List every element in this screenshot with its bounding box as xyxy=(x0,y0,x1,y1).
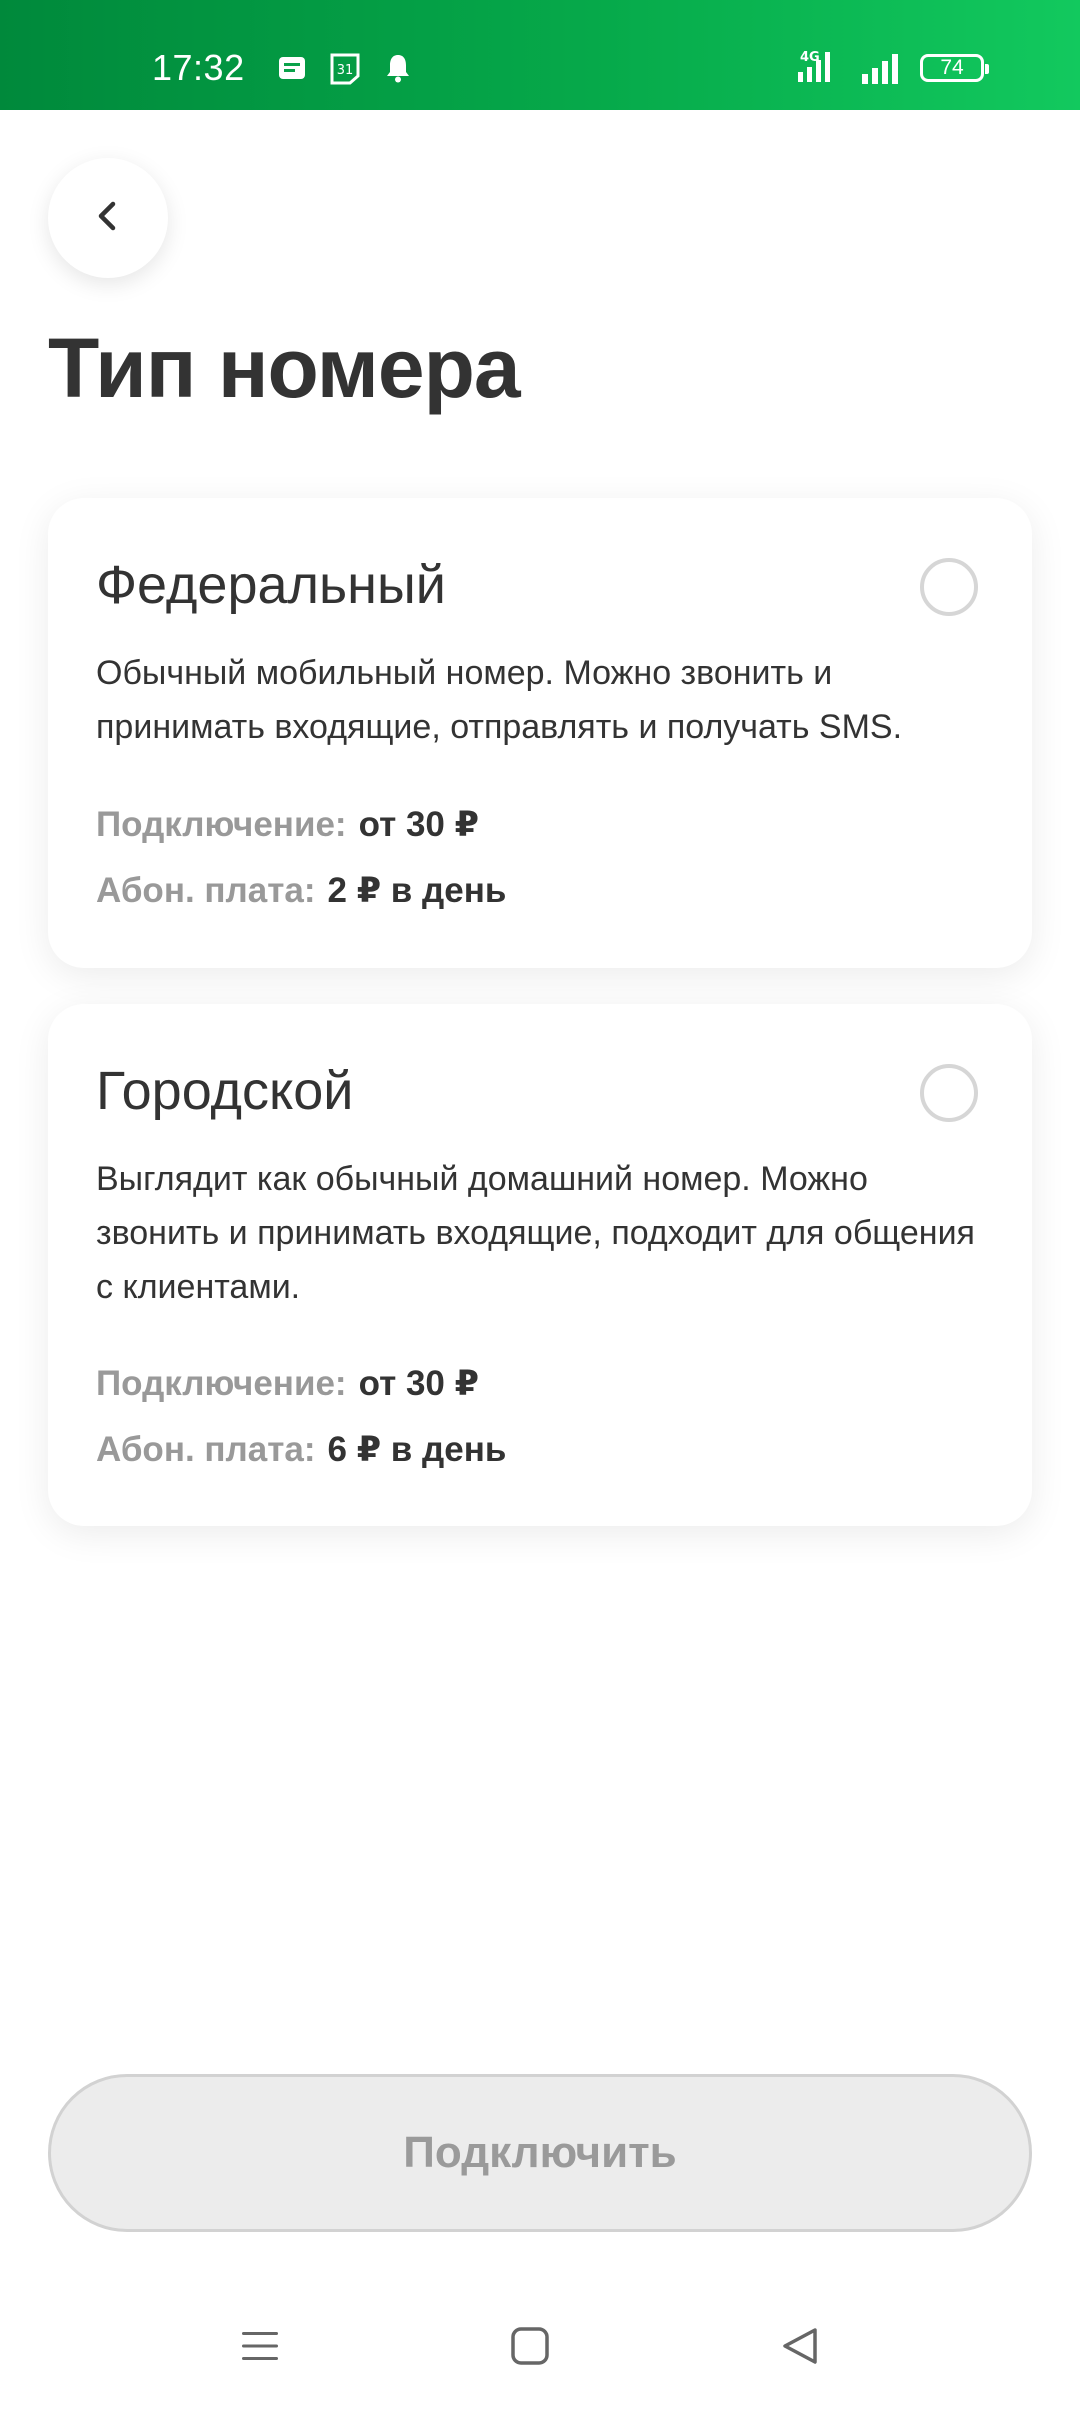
signal-strength-icon xyxy=(860,52,906,84)
connect-button-label: Подключить xyxy=(403,2128,677,2177)
option-card-city[interactable]: Городской Выглядит как обычный домашний … xyxy=(48,1004,1032,1526)
option-title: Федеральный xyxy=(96,555,446,615)
status-time: 17:32 xyxy=(152,47,245,88)
option-description: Обычный мобильный номер. Можно звонить и… xyxy=(96,654,903,746)
option-radio-federal[interactable] xyxy=(920,558,978,616)
fee-price-label: Абон. плата: xyxy=(96,1430,316,1469)
nav-home-button[interactable] xyxy=(500,2318,560,2378)
connect-price-value: от 30 ₽ xyxy=(358,1364,479,1403)
back-button[interactable] xyxy=(48,158,168,278)
home-icon xyxy=(508,2324,552,2373)
connect-price-value: от 30 ₽ xyxy=(358,805,479,844)
fee-price-value: 2 ₽ в день xyxy=(327,871,507,910)
fee-price-row: Абон. плата: 6 ₽ в день xyxy=(96,1425,506,1475)
connect-price-label: Подключение: xyxy=(96,1364,347,1403)
bell-icon xyxy=(382,52,414,84)
page-title: Тип номера xyxy=(48,321,521,415)
fee-price-label: Абон. плата: xyxy=(96,871,316,910)
option-radio-city[interactable] xyxy=(920,1064,978,1122)
nav-menu-button[interactable] xyxy=(230,2318,290,2378)
battery-level: 74 xyxy=(940,56,964,79)
connect-button[interactable]: Подключить xyxy=(48,2074,1032,2232)
back-triangle-icon xyxy=(778,2324,822,2373)
fee-price-row: Абон. плата: 2 ₽ в день xyxy=(96,866,506,916)
status-bar: 17:32 31 4G 74 xyxy=(0,0,1080,110)
connect-price-row: Подключение: от 30 ₽ xyxy=(96,800,479,850)
connect-price-row: Подключение: от 30 ₽ xyxy=(96,1359,479,1409)
connect-price-label: Подключение: xyxy=(96,805,347,844)
network-signal-icon: 4G xyxy=(788,48,848,84)
option-title: Городской xyxy=(96,1061,354,1121)
option-card-federal[interactable]: Федеральный Обычный мобильный номер. Мож… xyxy=(48,498,1032,968)
option-description: Выглядит как обычный домашний номер. Мож… xyxy=(96,1160,975,1306)
chevron-left-icon xyxy=(88,196,128,241)
calendar-icon: 31 xyxy=(328,52,360,85)
fee-price-value: 6 ₽ в день xyxy=(327,1430,507,1469)
nav-back-button[interactable] xyxy=(770,2318,830,2378)
battery-icon: 74 xyxy=(920,54,989,82)
svg-text:31: 31 xyxy=(337,63,354,78)
menu-icon xyxy=(238,2326,282,2371)
message-notification-icon xyxy=(276,52,308,84)
